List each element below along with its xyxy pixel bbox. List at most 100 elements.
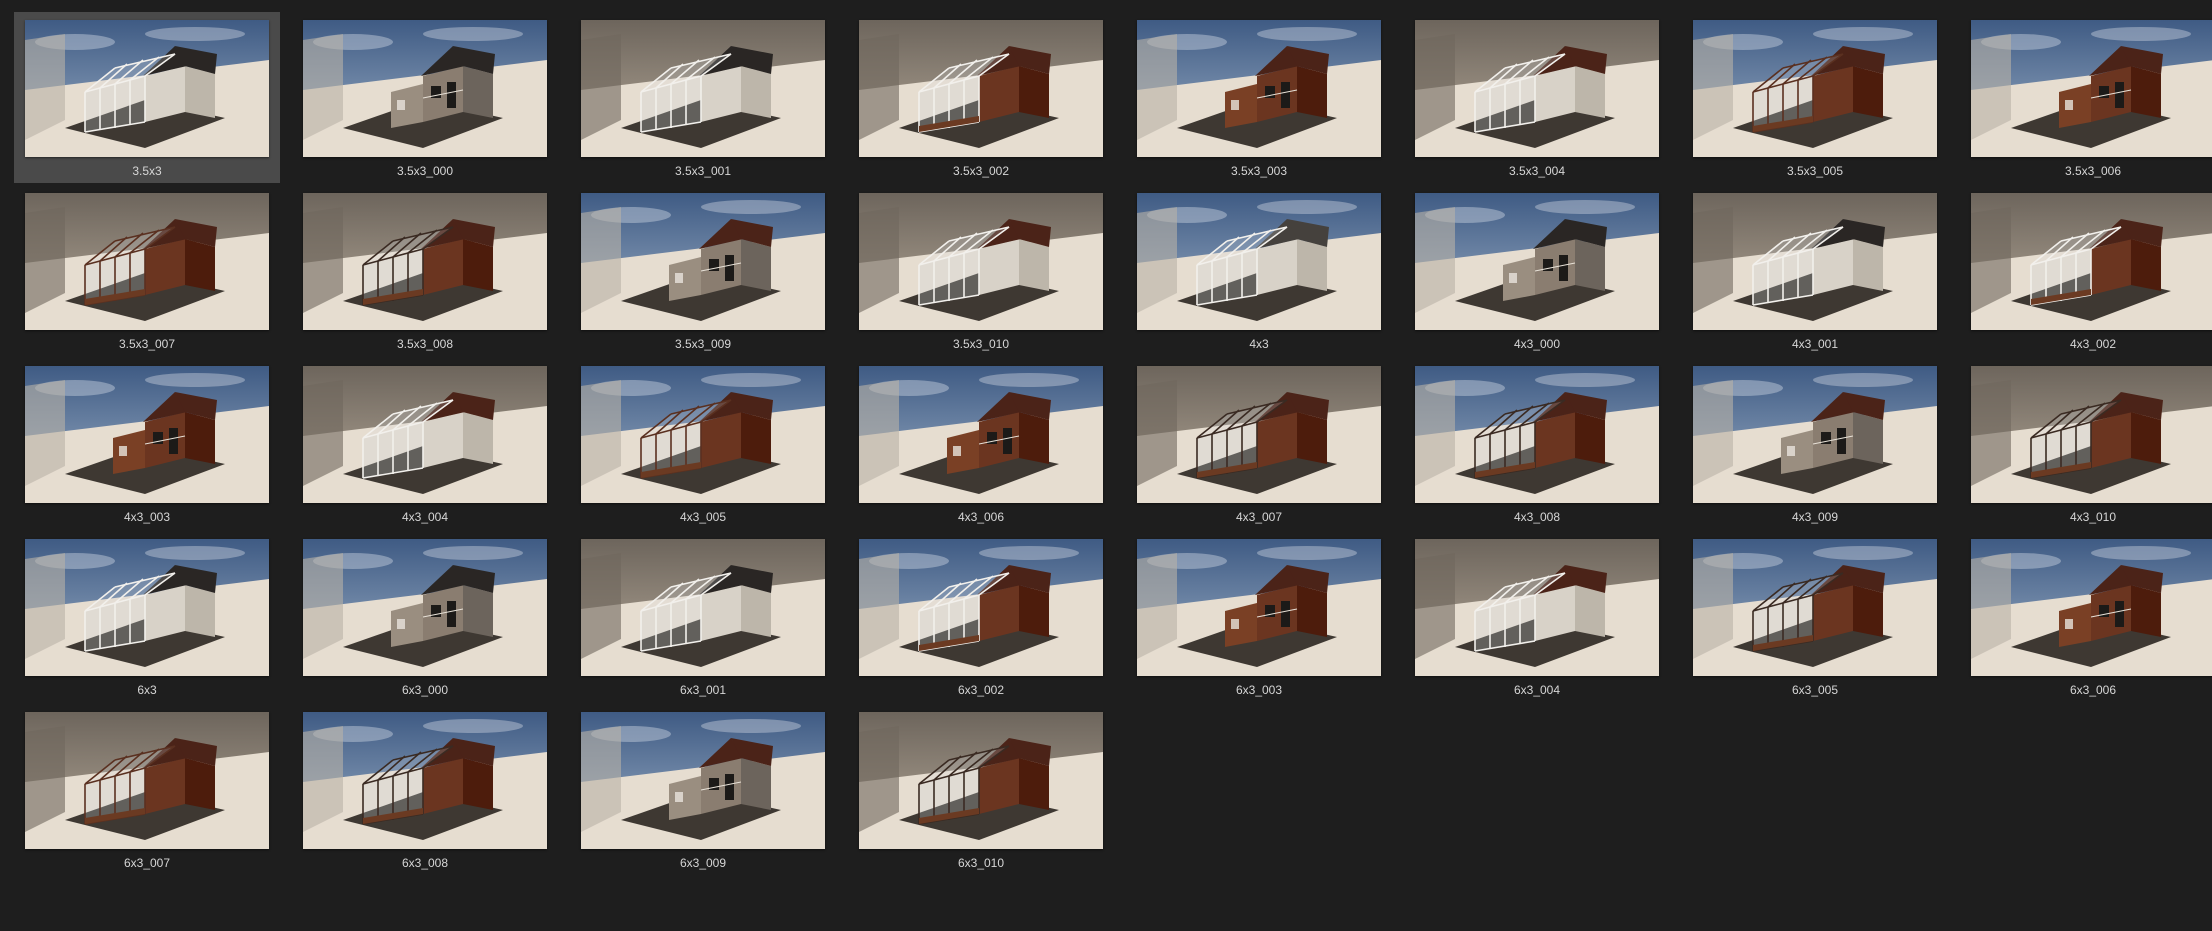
thumbnail-item[interactable]: 4x3_001 <box>1693 193 1937 366</box>
thumbnail-image[interactable] <box>581 539 825 676</box>
thumbnail-render <box>303 366 547 503</box>
thumbnail-image[interactable] <box>1415 193 1659 330</box>
thumbnail-item[interactable]: 3.5x3_003 <box>1137 20 1381 193</box>
thumbnail-item[interactable]: 6x3_001 <box>581 539 825 712</box>
thumbnail-caption: 6x3_001 <box>679 683 727 697</box>
thumbnail-item[interactable]: 6x3_007 <box>25 712 269 885</box>
thumbnail-item[interactable]: 4x3_009 <box>1693 366 1937 539</box>
thumbnail-item[interactable]: 3.5x3_007 <box>25 193 269 366</box>
thumbnail-item[interactable]: 4x3_010 <box>1971 366 2212 539</box>
thumbnail-caption: 4x3_005 <box>679 510 727 524</box>
thumbnail-item[interactable]: 3.5x3_000 <box>303 20 547 193</box>
thumbnail-image[interactable] <box>1971 193 2212 330</box>
thumbnail-image[interactable] <box>1415 366 1659 503</box>
thumbnail-image[interactable] <box>25 539 269 676</box>
thumbnail-image[interactable] <box>1693 366 1937 503</box>
thumbnail-render <box>859 366 1103 503</box>
thumbnail-caption: 6x3_008 <box>401 856 449 870</box>
thumbnail-caption: 4x3_006 <box>957 510 1005 524</box>
thumbnail-render <box>859 712 1103 849</box>
thumbnail-item[interactable]: 6x3_000 <box>303 539 547 712</box>
thumbnail-image[interactable] <box>25 20 269 157</box>
thumbnail-item[interactable]: 3.5x3_002 <box>859 20 1103 193</box>
thumbnail-image[interactable] <box>1693 20 1937 157</box>
thumbnail-render <box>1693 20 1937 157</box>
thumbnail-image[interactable] <box>1137 20 1381 157</box>
thumbnail-image[interactable] <box>1415 539 1659 676</box>
thumbnail-image[interactable] <box>581 20 825 157</box>
thumbnail-image[interactable] <box>25 712 269 849</box>
thumbnail-render <box>1137 20 1381 157</box>
thumbnail-image[interactable] <box>1693 539 1937 676</box>
thumbnail-item[interactable]: 6x3_003 <box>1137 539 1381 712</box>
thumbnail-item[interactable]: 6x3_008 <box>303 712 547 885</box>
thumbnail-image[interactable] <box>303 366 547 503</box>
thumbnail-item[interactable]: 4x3_005 <box>581 366 825 539</box>
thumbnail-item[interactable]: 3.5x3_008 <box>303 193 547 366</box>
thumbnail-item[interactable]: 6x3_006 <box>1971 539 2212 712</box>
thumbnail-image[interactable] <box>581 712 825 849</box>
thumbnail-caption: 3.5x3_000 <box>396 164 454 178</box>
thumbnail-image[interactable] <box>25 193 269 330</box>
thumbnail-render <box>581 712 825 849</box>
thumbnail-item[interactable]: 4x3_002 <box>1971 193 2212 366</box>
thumbnail-item[interactable]: 4x3_003 <box>25 366 269 539</box>
thumbnail-render <box>1693 193 1937 330</box>
thumbnail-render <box>1971 20 2212 157</box>
thumbnail-image[interactable] <box>1693 193 1937 330</box>
thumbnail-image[interactable] <box>859 366 1103 503</box>
thumbnail-image[interactable] <box>859 20 1103 157</box>
thumbnail-render <box>859 539 1103 676</box>
thumbnail-item[interactable]: 4x3_008 <box>1415 366 1659 539</box>
thumbnail-render <box>859 193 1103 330</box>
thumbnail-render <box>25 193 269 330</box>
thumbnail-image[interactable] <box>1137 539 1381 676</box>
thumbnail-item[interactable]: 3.5x3_005 <box>1693 20 1937 193</box>
thumbnail-image[interactable] <box>859 539 1103 676</box>
thumbnail-item[interactable]: 3.5x3 <box>14 12 280 193</box>
thumbnail-image[interactable] <box>1971 20 2212 157</box>
thumbnail-item[interactable]: 6x3_005 <box>1693 539 1937 712</box>
thumbnail-image[interactable] <box>25 366 269 503</box>
thumbnail-item[interactable]: 4x3_006 <box>859 366 1103 539</box>
thumbnail-caption: 3.5x3_002 <box>952 164 1010 178</box>
thumbnail-caption: 4x3_007 <box>1235 510 1283 524</box>
thumbnail-image[interactable] <box>303 712 547 849</box>
thumbnail-image[interactable] <box>1415 20 1659 157</box>
thumbnail-caption: 4x3_003 <box>123 510 171 524</box>
thumbnail-item[interactable]: 6x3 <box>25 539 269 712</box>
thumbnail-image[interactable] <box>303 539 547 676</box>
thumbnail-item[interactable]: 6x3_010 <box>859 712 1103 885</box>
thumbnail-image[interactable] <box>1137 366 1381 503</box>
thumbnail-caption: 3.5x3_001 <box>674 164 732 178</box>
thumbnail-render <box>581 20 825 157</box>
thumbnail-image[interactable] <box>303 20 547 157</box>
thumbnail-item[interactable]: 6x3_004 <box>1415 539 1659 712</box>
thumbnail-render <box>303 712 547 849</box>
thumbnail-item[interactable]: 4x3_000 <box>1415 193 1659 366</box>
thumbnail-image[interactable] <box>581 193 825 330</box>
thumbnail-item[interactable]: 3.5x3_001 <box>581 20 825 193</box>
thumbnail-image[interactable] <box>1971 539 2212 676</box>
thumbnail-item[interactable]: 4x3_004 <box>303 366 547 539</box>
thumbnail-render <box>1137 539 1381 676</box>
thumbnail-item[interactable]: 4x3_007 <box>1137 366 1381 539</box>
thumbnail-caption: 6x3_007 <box>123 856 171 870</box>
thumbnail-render <box>303 539 547 676</box>
thumbnail-item[interactable]: 3.5x3_009 <box>581 193 825 366</box>
thumbnail-image[interactable] <box>303 193 547 330</box>
thumbnail-item[interactable]: 3.5x3_006 <box>1971 20 2212 193</box>
thumbnail-item[interactable]: 3.5x3_010 <box>859 193 1103 366</box>
thumbnail-image[interactable] <box>859 193 1103 330</box>
thumbnail-item[interactable]: 6x3_002 <box>859 539 1103 712</box>
thumbnail-image[interactable] <box>859 712 1103 849</box>
thumbnail-image[interactable] <box>581 366 825 503</box>
thumbnail-image[interactable] <box>1971 366 2212 503</box>
thumbnail-caption: 6x3_010 <box>957 856 1005 870</box>
thumbnail-caption: 6x3_003 <box>1235 683 1283 697</box>
thumbnail-image[interactable] <box>1137 193 1381 330</box>
thumbnail-render <box>1971 193 2212 330</box>
thumbnail-item[interactable]: 6x3_009 <box>581 712 825 885</box>
thumbnail-item[interactable]: 4x3 <box>1137 193 1381 366</box>
thumbnail-item[interactable]: 3.5x3_004 <box>1415 20 1659 193</box>
